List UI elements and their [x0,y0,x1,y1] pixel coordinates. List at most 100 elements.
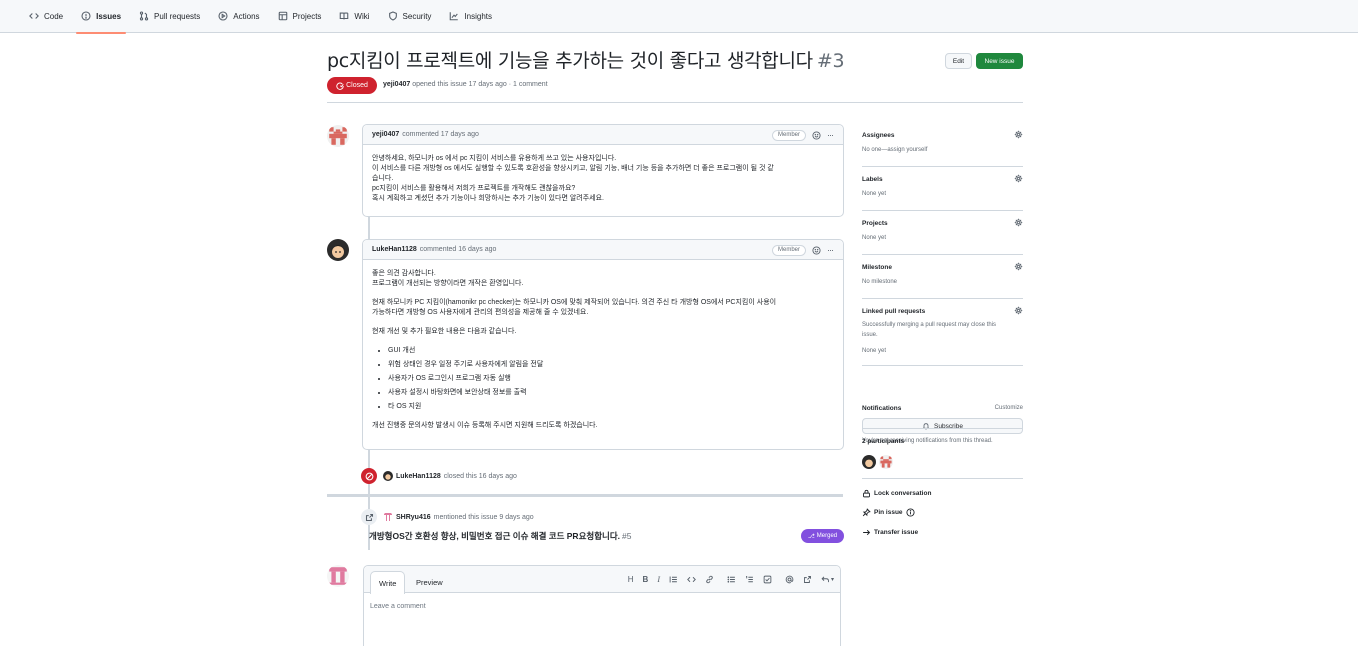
smiley-icon[interactable] [812,130,821,140]
edit-button[interactable]: Edit [945,53,972,69]
tab-projects-label: Projects [292,11,322,21]
issue-title-text: pc지킴이 프로젝트에 기능을 추가하는 것이 좋다고 생각합니다 [327,50,813,72]
tab-security[interactable]: Security [379,0,441,33]
comment-body: 안녕하세요, 하모니카 os 에서 pc 지킴이 서비스를 유용하게 쓰고 있는… [363,145,843,213]
gear-icon[interactable] [1014,262,1023,271]
tab-insights[interactable]: Insights [440,0,501,33]
gear-icon[interactable] [1014,218,1023,227]
subscribe-button[interactable]: Subscribe [862,418,1023,434]
quote-icon[interactable] [669,575,678,584]
comment-line: 좋은 의견 감사합니다. [372,270,436,277]
comment-input[interactable] [364,593,840,646]
sidebar-title: Projects [862,220,888,227]
status-badge: Closed [327,77,377,94]
identicon-avatar-icon [327,125,349,147]
sidebar-divider [862,428,1023,429]
avatar[interactable] [383,471,393,481]
user-avatar-icon [327,239,349,261]
sidebar-value: None yet [862,235,887,241]
repo-nav: Code Issues Pull requests Actions Projec… [0,0,1358,34]
tab-preview[interactable]: Preview [416,571,443,593]
event-text: closed this 16 days ago [443,472,517,480]
new-issue-button[interactable]: New issue [976,53,1023,69]
bold-button[interactable]: B [643,575,649,584]
kebab-horizontal-icon[interactable]: ··· [827,245,834,255]
smiley-icon[interactable] [812,245,821,255]
chevron-down-icon: ▾ [830,577,834,583]
task-list-icon[interactable] [763,575,772,584]
tab-projects[interactable]: Projects [269,0,331,33]
customize-link[interactable]: Customize [995,405,1023,411]
event-actor[interactable]: SHRyu416 [396,514,431,521]
book-icon [340,12,349,20]
lock-conversation-link[interactable]: Lock conversation [862,489,931,498]
list-item: 위험 상태인 경우 일정 주기로 사용자에게 알림을 전달 [388,360,834,370]
comment-author[interactable]: yeji0407 [372,131,399,138]
issue-meta: yeji0407 opened this issue 17 days ago ·… [383,81,548,88]
sidebar-title: 2 participants [862,438,905,445]
pull-request-icon [139,11,149,21]
tab-code[interactable]: Code [20,0,72,33]
avatar[interactable] [327,565,349,587]
sidebar-value[interactable]: No one—assign yourself [862,147,927,153]
pin-issue-link[interactable]: Pin issue [862,508,915,517]
comment-header: LukeHan1128 commented 16 days ago Member… [363,240,843,260]
event-text: mentioned this issue 9 days ago [433,513,534,521]
avatar[interactable] [879,455,893,469]
info-icon[interactable] [905,508,915,517]
kebab-horizontal-icon[interactable]: ··· [827,130,834,140]
comment-paragraph: 현재 개선 및 추가 필요한 내용은 다음과 같습니다. [372,328,517,335]
lock-icon [863,489,870,498]
comment-time[interactable]: commented 17 days ago [402,131,479,138]
tab-wiki[interactable]: Wiki [330,0,378,33]
tab-code-label: Code [44,11,64,21]
role-badge: Member [771,129,806,141]
sidebar-value: None yet [862,191,887,197]
link-icon[interactable] [705,575,714,584]
cross-reference-badge [361,509,377,525]
list-item: 사용자 설정시 바탕화면에 보안상태 정보를 출력 [388,388,834,398]
cross-reference-icon[interactable] [803,575,812,584]
avatar[interactable] [327,125,349,147]
heading-button[interactable]: H [628,575,634,584]
sidebar-title: Milestone [862,264,892,271]
comment-body: 좋은 의견 감사합니다. 프로그램이 개선되는 방향이라면 개작은 환영입니다.… [363,260,843,440]
gear-icon[interactable] [1014,306,1023,315]
comment-line: 현재 하모니카 PC 지킴이(hamonikr pc checker)는 하모니… [372,299,777,306]
comment-header: yeji0407 commented 17 days ago Member ··… [363,125,843,145]
comment-time[interactable]: commented 16 days ago [420,246,497,253]
tab-issues-label: Issues [96,11,122,21]
italic-button[interactable]: I [657,575,660,584]
avatar[interactable] [327,239,349,261]
sidebar-value: None yet [862,348,887,354]
tab-write[interactable]: Write [370,571,406,594]
reply-icon[interactable]: ▾ [821,575,834,584]
comment-composer: Write Preview H B I ▾ [363,565,841,646]
pin-icon [862,508,871,517]
sidebar-assignees: Assignees No one—assign yourself [862,130,1023,167]
code-icon[interactable] [687,575,696,584]
ordered-list-icon[interactable] [745,575,754,584]
transfer-issue-link[interactable]: Transfer issue [862,528,918,537]
unordered-list-icon[interactable] [727,575,736,584]
sidebar-title: Labels [862,176,883,183]
referenced-pr-link[interactable]: 개방형OS간 호환성 향상, 비밀번호 접근 이슈 해결 코드 PR요청합니다.… [369,530,632,542]
event-actor[interactable]: LukeHan1128 [396,473,441,480]
mention-icon[interactable] [785,575,794,584]
tab-issues[interactable]: Issues [72,0,130,34]
gear-icon[interactable] [1014,130,1023,139]
avatar[interactable] [862,455,876,469]
table-icon [278,11,287,21]
issue-author-link[interactable]: yeji0407 [383,81,410,88]
tab-actions[interactable]: Actions [209,0,268,33]
comment-list: GUI 개선 위험 상태인 경우 일정 주기로 사용자에게 알림을 전달 사용자… [372,346,834,412]
sidebar-title: Assignees [862,132,895,139]
avatar[interactable] [383,512,393,522]
comment-author[interactable]: LukeHan1128 [372,246,417,253]
referenced-pr-title[interactable]: 개방형OS간 호환성 향상, 비밀번호 접근 이슈 해결 코드 PR요청합니다. [369,531,620,541]
play-circle-icon [218,11,228,21]
closed-event: LukeHan1128 closed this 16 days ago [383,471,517,481]
tab-pull-requests[interactable]: Pull requests [130,0,209,33]
gear-icon[interactable] [1014,174,1023,183]
status-badge-label: Closed [346,82,368,89]
